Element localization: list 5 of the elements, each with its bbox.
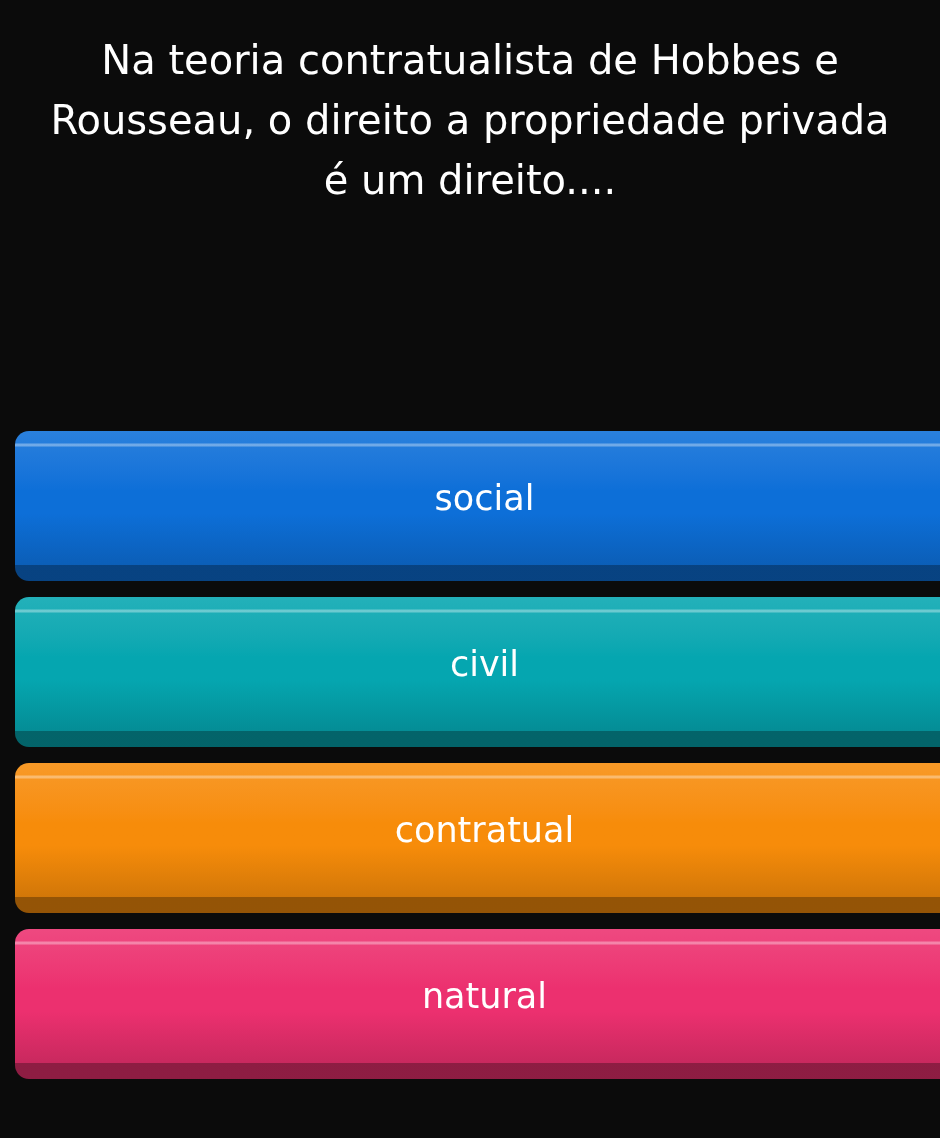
answer-button[interactable]: civil <box>15 597 940 747</box>
answer-button[interactable]: social <box>15 431 940 581</box>
answer-button[interactable]: natural <box>15 929 940 1079</box>
answer-button[interactable]: contratual <box>15 763 940 913</box>
question-text: Na teoria contratualista de Hobbes e Rousseau, o direito a propriedade privada é um direito.... <box>49 36 891 205</box>
